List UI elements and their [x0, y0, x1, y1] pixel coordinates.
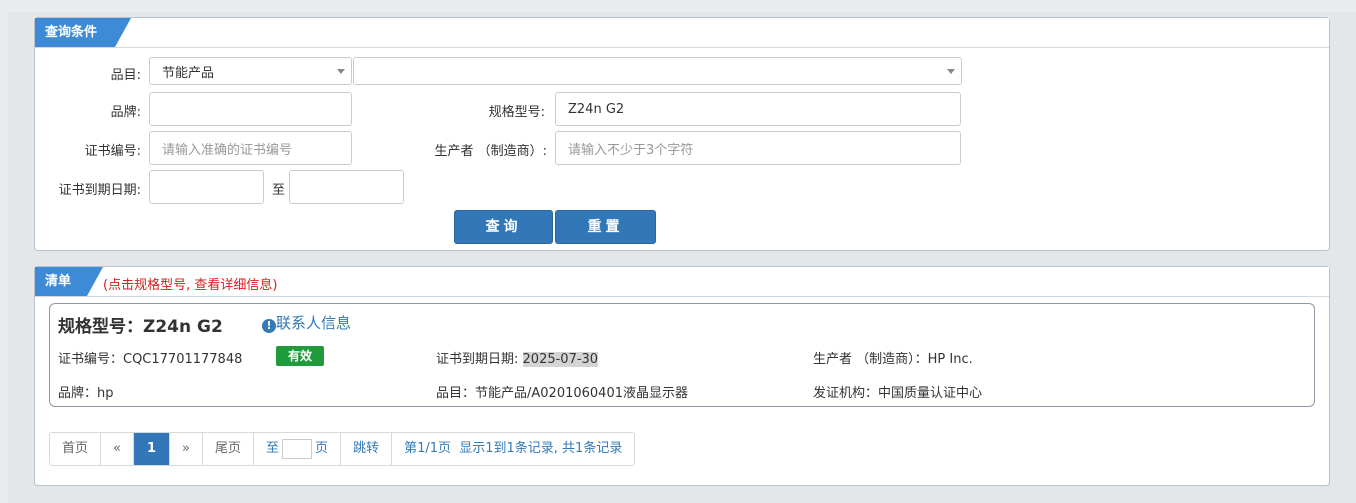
- page-goto-suffix: 页: [315, 441, 329, 456]
- expiry-text-label: 证书到期日期:: [436, 352, 519, 367]
- cert-no-input[interactable]: 请输入准确的证书编号: [149, 131, 352, 165]
- category-text: 品目：节能产品/A0201060401液晶显示器: [436, 386, 688, 401]
- cert-no-label: 证书编号:: [84, 144, 141, 159]
- maker-placeholder: 请输入不少于3个字符: [568, 142, 694, 158]
- list-panel-header: 清单 (点击规格型号, 查看详细信息): [35, 267, 1329, 297]
- page-goto-prefix: 至: [266, 441, 280, 456]
- status-badge: 有效: [276, 346, 324, 366]
- maker-input[interactable]: 请输入不少于3个字符: [555, 131, 961, 165]
- cert-no-placeholder: 请输入准确的证书编号: [162, 142, 293, 158]
- list-panel-tab: 清单: [35, 267, 103, 296]
- expiry-from-input[interactable]: [149, 170, 264, 204]
- model-input-value: Z24n G2: [568, 101, 625, 117]
- brand-label: 品牌:: [110, 105, 141, 120]
- brand-text: 品牌：hp: [58, 386, 114, 401]
- page-summary: 第1/1页 显示1到1条记录, 共1条记录: [404, 441, 623, 456]
- reset-button[interactable]: 重置: [555, 210, 656, 244]
- maker-text: 生产者 （制造商）：HP Inc.: [813, 352, 973, 367]
- brand-input[interactable]: [149, 92, 352, 126]
- expiry-label: 证书到期日期:: [58, 183, 141, 198]
- list-panel: 清单 (点击规格型号, 查看详细信息) 规格型号：Z24n G2 ! 联系人信息 …: [34, 266, 1330, 486]
- contact-link[interactable]: ! 联系人信息: [262, 312, 351, 333]
- page-jump-button[interactable]: 跳转: [341, 433, 393, 465]
- page-prev-button[interactable]: «: [101, 433, 134, 465]
- expiry-to-input[interactable]: [289, 170, 404, 204]
- chevron-down-icon: [337, 69, 345, 74]
- page-first-button[interactable]: 首页: [50, 433, 102, 465]
- category-label: 品目:: [110, 68, 141, 83]
- chevron-down-icon: [947, 69, 955, 74]
- pagination: 首页 « 1 » 尾页 至 页 跳转 第1/1页 显示1到1条记录, 共1条记录: [49, 432, 636, 466]
- category-select[interactable]: 节能产品: [149, 57, 352, 85]
- model-label: 规格型号:: [488, 105, 545, 120]
- category-select-value: 节能产品: [162, 65, 215, 81]
- model-input[interactable]: Z24n G2: [555, 92, 961, 126]
- subcategory-select[interactable]: [353, 57, 962, 85]
- issuer-text: 发证机构：中国质量认证中心: [813, 386, 983, 401]
- query-panel-header: 查询条件: [35, 18, 1329, 48]
- list-hint: (点击规格型号, 查看详细信息): [103, 278, 278, 293]
- expiry-text: 证书到期日期: 2025-07-30: [436, 348, 599, 367]
- maker-label: 生产者 （制造商）:: [434, 144, 547, 159]
- expiry-to-label: 至: [271, 183, 285, 198]
- contact-link-label: 联系人信息: [276, 314, 352, 332]
- search-button[interactable]: 查询: [454, 210, 553, 244]
- result-card: 规格型号：Z24n G2 ! 联系人信息 证书编号：CQC17701177848 …: [49, 303, 1315, 407]
- info-icon: !: [262, 319, 276, 333]
- result-title[interactable]: 规格型号：Z24n G2: [58, 312, 223, 337]
- page-last-button[interactable]: 尾页: [203, 433, 255, 465]
- cert-no-text: 证书编号：CQC17701177848: [58, 352, 243, 367]
- page-next-button[interactable]: »: [170, 433, 203, 465]
- page-current-button[interactable]: 1: [133, 433, 171, 465]
- page-number-input[interactable]: [282, 439, 313, 459]
- expiry-text-value: 2025-07-30: [522, 352, 599, 367]
- query-panel-tab: 查询条件: [35, 18, 131, 47]
- query-panel: 查询条件 品目: 节能产品 品牌: 规格型号: Z24n G2 证书编号: 请输…: [34, 17, 1330, 251]
- page-goto: 至 页: [254, 433, 342, 465]
